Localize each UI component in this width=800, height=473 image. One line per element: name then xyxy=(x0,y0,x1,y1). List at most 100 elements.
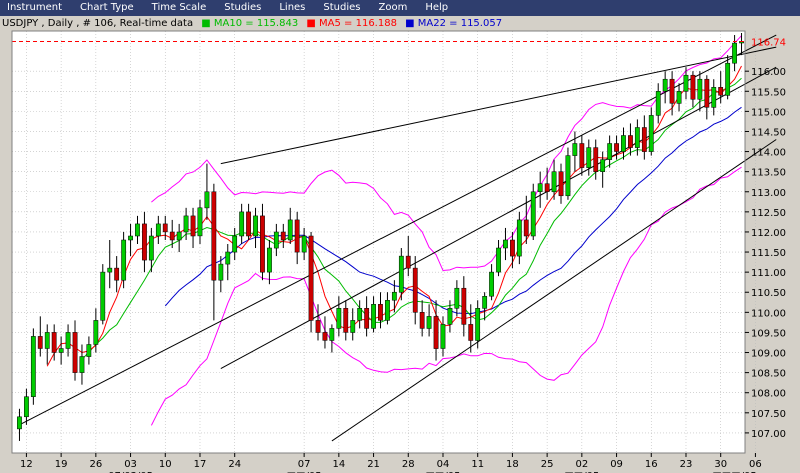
candle-body xyxy=(516,219,522,257)
menu-studies[interactable]: Studies xyxy=(217,0,272,16)
candle-body xyxy=(621,135,626,152)
candle-body xyxy=(267,247,272,273)
candle-body xyxy=(287,219,293,241)
candle-body xyxy=(461,287,467,325)
candle-body xyxy=(482,296,488,309)
candle-body xyxy=(544,183,550,192)
candle-body xyxy=(614,143,619,152)
candle-body xyxy=(86,344,92,357)
x-tick-label: 03 xyxy=(124,459,137,470)
candle-body xyxy=(232,235,238,253)
candle-body xyxy=(704,78,710,108)
y-tick-label: 113.00 xyxy=(751,188,786,199)
candle-body xyxy=(475,308,481,341)
menu-studies-2[interactable]: Studies xyxy=(316,0,371,16)
candle-body xyxy=(662,78,668,92)
candle xyxy=(308,231,314,333)
menu-help[interactable]: Help xyxy=(418,0,459,16)
candle-body xyxy=(273,231,279,249)
candle-body xyxy=(447,308,453,325)
candle-body xyxy=(211,191,217,281)
candle-body xyxy=(634,127,640,148)
candle-body xyxy=(336,308,342,329)
candle-body xyxy=(440,324,446,349)
x-tick-label: 18 xyxy=(506,459,519,470)
svg-text:USDJPY , Daily , # 106, Real-t: USDJPY , Daily , # 106, Real-time data ■… xyxy=(2,18,502,29)
header-ma22-value: MA22 = 115.057 xyxy=(418,18,502,29)
candle-body xyxy=(371,304,376,329)
candle-body xyxy=(204,191,210,209)
candle-body xyxy=(93,320,99,345)
x-tick-label: 10 xyxy=(159,459,172,470)
y-tick-label: 108.50 xyxy=(751,369,786,380)
x-tick-label: 24 xyxy=(228,459,241,470)
menu-chart-type[interactable]: Chart Type xyxy=(73,0,145,16)
candle-body xyxy=(433,316,439,349)
x-tick-label: 25 xyxy=(541,459,554,470)
x-tick-label: 09 xyxy=(610,459,623,470)
candle-body xyxy=(697,78,703,100)
candle-body xyxy=(322,332,328,341)
candle xyxy=(121,231,127,289)
x-axis: 12 19 26 03 10 17 24 07 14 21 28 04 11 18 25 02 09 16 23 30… xyxy=(20,453,762,473)
header-ma5: ■ MA5 = 116.188 xyxy=(306,18,397,29)
candle-body xyxy=(128,235,133,241)
candle-body xyxy=(683,74,689,92)
candle-body xyxy=(176,231,182,241)
y-tick-label: 110.50 xyxy=(751,288,786,299)
candle-body xyxy=(65,332,71,349)
candle xyxy=(530,183,536,240)
candle-body xyxy=(294,219,300,253)
y-tick-label: 114.00 xyxy=(751,148,786,159)
menu-lines[interactable]: Lines xyxy=(272,0,316,16)
candle-body xyxy=(628,135,633,148)
candle xyxy=(100,264,106,325)
candle-body xyxy=(329,328,335,341)
candle-body xyxy=(142,223,147,261)
candle xyxy=(516,211,522,265)
header-ma10: ■ MA10 = 115.843 xyxy=(201,18,298,29)
y-tick-label: 114.50 xyxy=(751,127,786,138)
x-tick-label: 14 xyxy=(332,459,345,470)
y-tick-label: 109.00 xyxy=(751,349,786,360)
candle-body xyxy=(523,219,529,237)
candle-body xyxy=(218,263,224,281)
menu-instrument[interactable]: Instrument xyxy=(0,0,73,16)
candle-body xyxy=(572,143,578,156)
y-tick-label: 112.50 xyxy=(751,208,786,219)
header-ma10-value: MA10 = 115.843 xyxy=(214,18,298,29)
candle-body xyxy=(239,211,245,237)
y-tick-label: 115.50 xyxy=(751,87,786,98)
x-tick-label: 21 xyxy=(367,459,380,470)
candle-body xyxy=(593,147,599,172)
candle-body xyxy=(669,78,675,104)
candle-body xyxy=(530,191,536,237)
chart-window: Instrument Chart Type Time Scale Studies… xyxy=(0,0,800,473)
candle-body xyxy=(246,211,251,237)
candle-body xyxy=(690,74,696,100)
candle-body xyxy=(148,235,154,261)
candle-body xyxy=(385,300,390,321)
candle-body xyxy=(197,207,203,237)
menu-time-scale[interactable]: Time Scale xyxy=(145,0,218,16)
menu-zoom[interactable]: Zoom xyxy=(372,0,419,16)
candle-body xyxy=(58,348,64,353)
candle-body xyxy=(565,155,571,197)
candle-body xyxy=(17,416,22,430)
candle-body xyxy=(225,251,231,265)
candle-body xyxy=(607,143,613,160)
candle-body xyxy=(51,332,57,353)
candle-body xyxy=(419,312,425,329)
candle-body xyxy=(489,271,494,297)
header-ma5-value: MA5 = 116.188 xyxy=(319,18,397,29)
candle-body xyxy=(718,87,724,96)
candle-body xyxy=(315,320,321,333)
candle-body xyxy=(454,287,460,309)
candle-body xyxy=(586,147,592,168)
candle-body xyxy=(169,231,175,241)
candle-body xyxy=(711,87,717,108)
candle-body xyxy=(655,91,661,116)
candle-body xyxy=(24,396,29,418)
header-symbol: USDJPY , Daily , # 106, Real-time data xyxy=(2,18,193,29)
x-tick-label: 28 xyxy=(402,459,415,470)
